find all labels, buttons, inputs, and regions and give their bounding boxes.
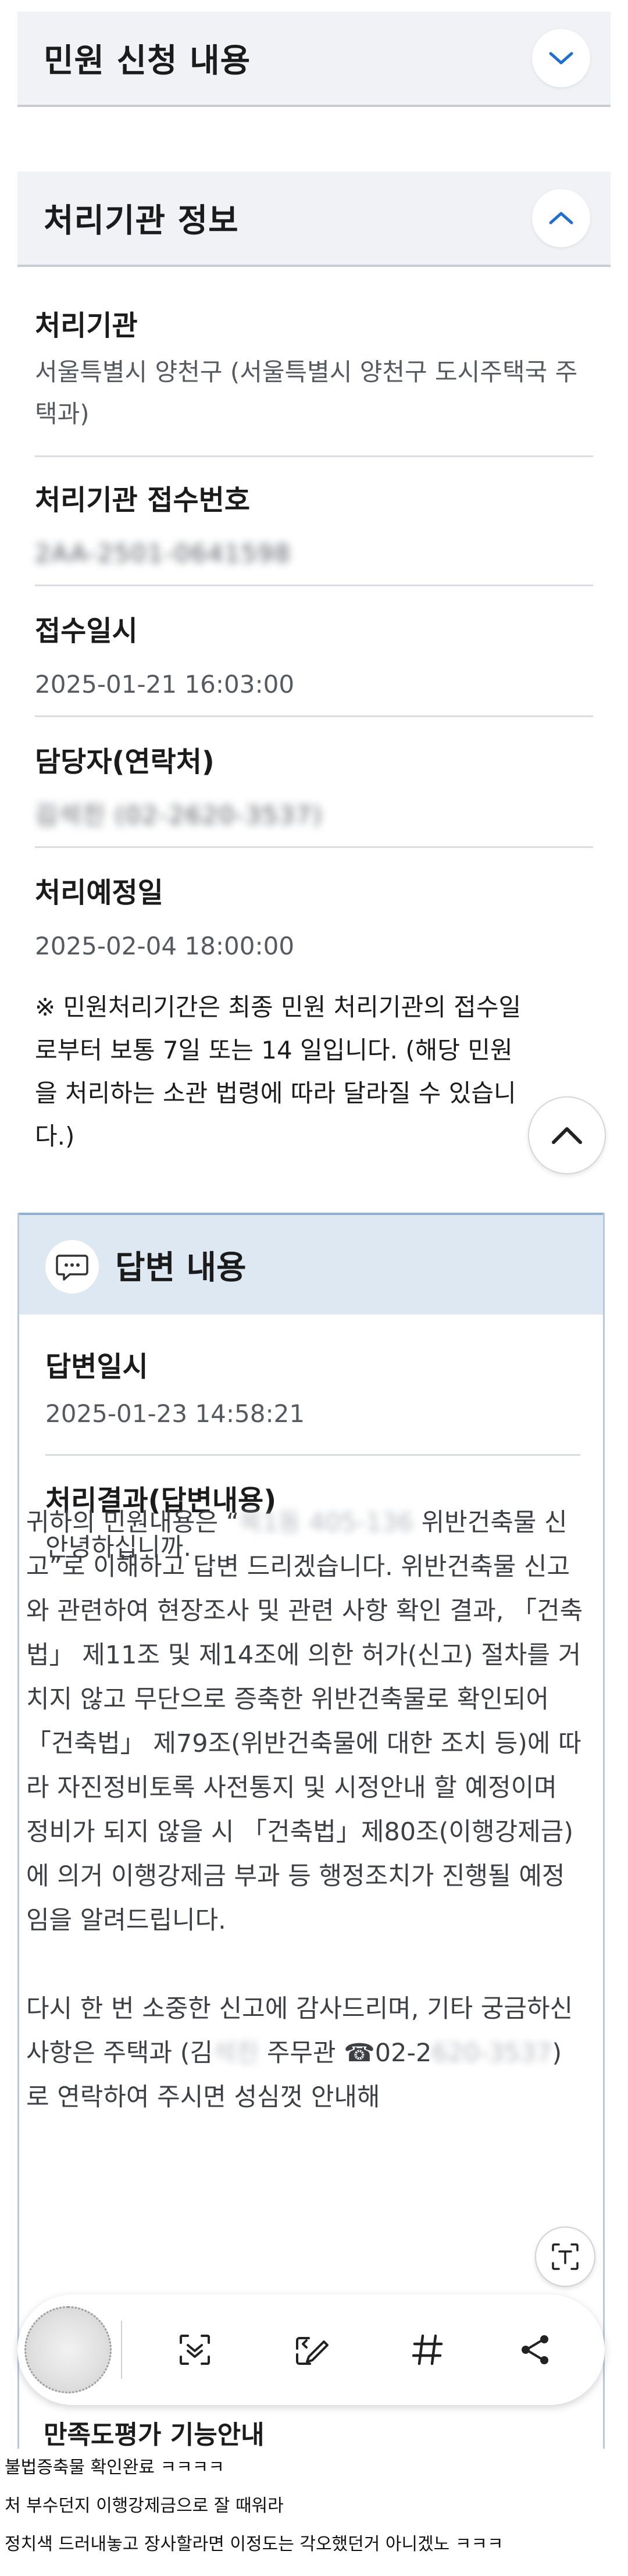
manager-field: 담당자(연락처) 김석진 (02-2620-3537) — [35, 739, 593, 836]
share-icon — [522, 2335, 548, 2364]
hashtag-button[interactable] — [395, 2318, 459, 2382]
chevron-down-icon — [549, 52, 573, 65]
hashtag-icon — [412, 2334, 443, 2365]
expand-complaint-button[interactable] — [532, 29, 590, 87]
agency-label: 처리기관 — [35, 309, 138, 342]
chat-bubble-icon — [45, 1240, 99, 1294]
text-select-icon — [552, 2243, 579, 2270]
divider — [35, 715, 593, 717]
received-date-label: 접수일시 — [35, 615, 138, 647]
chevron-up-icon — [549, 212, 573, 225]
agency-section-title: 처리기관 정보 — [44, 202, 239, 240]
answer-text: 주무관 ☎02-2 — [259, 2039, 432, 2068]
divider — [35, 585, 593, 586]
agency-value: 서울특별시 양천구 (서울특별시 양천구 도시주택국 주택과) — [35, 358, 578, 428]
agency-field: 처리기관 서울특별시 양천구 (서울특별시 양천구 도시주택국 주택과) — [35, 302, 593, 435]
answer-section-title: 답변 내용 — [115, 1249, 247, 1287]
answer-text: 귀하의 민원내용은 “ — [26, 1508, 240, 1537]
thumbnail-avatar[interactable] — [24, 2306, 112, 2393]
answer-body-text: 귀하의 민원내용은 “목1동 405-136 위반건축물 신고”로 이해하고 답… — [26, 1501, 584, 2164]
toolbar-divider — [121, 2321, 122, 2379]
answer-text: 위반건축물 신고”로 이해하고 답변 드리겠습니다. 위반건축물 신고와 관련하… — [26, 1508, 583, 1935]
divider — [45, 1454, 580, 1456]
redacted-address: 목1동 405-136 — [239, 1508, 413, 1537]
manager-value: 김석진 (02-2620-3537) — [35, 801, 323, 829]
due-date-field: 처리예정일 2025-02-04 18:00:00 — [35, 870, 593, 967]
text-extract-button[interactable] — [535, 2226, 595, 2287]
satisfaction-info-heading: 만족도평가 기능안내 — [44, 2420, 265, 2450]
divider — [35, 846, 593, 848]
complaint-section-header[interactable]: 민원 신청 내용 — [17, 12, 611, 107]
scan-button[interactable] — [163, 2318, 227, 2382]
overlay-comments: 불법증축물 확인완료 ㅋㅋㅋㅋ 처 부수던지 이행강제금으로 잘 때워라 정치색… — [0, 2449, 628, 2576]
scan-icon — [180, 2335, 210, 2365]
chevron-up-icon — [552, 1127, 582, 1144]
complaint-section-title: 민원 신청 내용 — [44, 42, 251, 80]
received-date-field: 접수일시 2025-01-21 16:03:00 — [35, 608, 593, 706]
comment-line: 처 부수던지 이행강제금으로 잘 때워라 — [5, 2496, 284, 2516]
image-toolbar — [17, 2294, 605, 2405]
answer-date-label: 답변일시 — [45, 1351, 148, 1383]
receipt-number-value: 2AA-2501-0641598 — [35, 539, 291, 568]
divider — [35, 455, 593, 457]
receipt-number-label: 처리기관 접수번호 — [35, 484, 250, 516]
due-date-label: 처리예정일 — [35, 877, 163, 909]
share-button[interactable] — [503, 2318, 567, 2382]
answer-section-header: 답변 내용 — [19, 1213, 603, 1314]
answer-date-field: 답변일시 2025-01-23 14:58:21 — [45, 1344, 580, 1428]
manager-label: 담당자(연락처) — [35, 746, 215, 778]
answer-date-value: 2025-01-23 14:58:21 — [45, 1399, 305, 1428]
comment-line: 정치색 드러내놓고 장사할라면 이정도는 각오했던거 아니겠노 ㅋㅋㅋ — [5, 2534, 504, 2554]
due-date-value: 2025-02-04 18:00:00 — [35, 932, 295, 960]
collapse-agency-button[interactable] — [532, 189, 590, 247]
redacted-phone: 620-3537 — [431, 2039, 552, 2068]
answer-paragraph: 다시 한 번 소중한 신고에 감사드리며, 기타 궁금하신 사항은 주택과 (김… — [26, 1987, 584, 2119]
receipt-number-field: 처리기관 접수번호 2AA-2501-0641598 — [35, 477, 593, 575]
scroll-top-button[interactable] — [528, 1096, 606, 1174]
answer-paragraph: 귀하의 민원내용은 “목1동 405-136 위반건축물 신고”로 이해하고 답… — [26, 1501, 584, 1943]
agency-section-header[interactable]: 처리기관 정보 — [17, 172, 611, 267]
redacted-name: 석진 — [213, 2039, 259, 2068]
edit-icon — [296, 2337, 329, 2365]
processing-period-notice: ※ 민원처리기간은 최종 민원 처리기관의 접수일로부터 보통 7일 또는 14… — [35, 993, 522, 1150]
edit-button[interactable] — [279, 2318, 343, 2382]
received-date-value: 2025-01-21 16:03:00 — [35, 670, 295, 699]
comment-line: 불법증축물 확인완료 ㅋㅋㅋㅋ — [5, 2457, 224, 2478]
